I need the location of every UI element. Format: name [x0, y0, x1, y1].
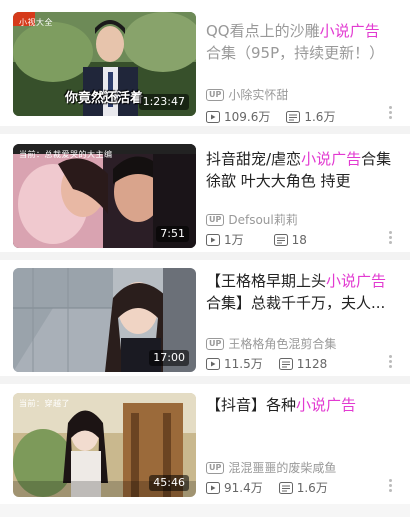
- stats-row: 11.5万 1128: [206, 355, 343, 372]
- danmaku-icon: [286, 110, 301, 123]
- stats-row: 91.4万 1.6万: [206, 479, 344, 496]
- stats-row: 1万 18: [206, 231, 323, 248]
- comments-stat: 1.6万: [278, 479, 328, 496]
- stats-row: 109.6万 1.6万: [206, 108, 351, 125]
- divider: [0, 126, 410, 134]
- video-duration: 1:23:47: [138, 94, 189, 110]
- video-list-item[interactable]: 当前：穿越了 45:46 【抖音】各种小说广告 UP 混混噩噩的废柴咸鱼 91.…: [0, 383, 410, 507]
- danmaku-icon: [278, 481, 293, 494]
- video-thumbnail[interactable]: 当前：总裁爱哭的大主编 7:51: [13, 144, 196, 248]
- video-duration: 17:00: [149, 350, 189, 366]
- video-duration: 45:46: [149, 475, 189, 491]
- uploader-name: 王格格角色混剪合集: [228, 337, 337, 351]
- views-stat: 109.6万: [206, 108, 270, 125]
- uploader-name: Defsoul莉莉: [228, 213, 298, 227]
- view-count: 1万: [224, 233, 244, 247]
- more-options-icon[interactable]: [386, 106, 394, 121]
- uploader-row[interactable]: UP Defsoul莉莉: [206, 211, 298, 228]
- view-count: 109.6万: [224, 110, 271, 124]
- views-stat: 11.5万: [206, 355, 263, 372]
- comment-count: 1.6万: [304, 110, 336, 124]
- uploader-name: 小除实怀甜: [228, 88, 289, 102]
- video-title[interactable]: 抖音甜宠/虐恋小说广告合集 徐歆 叶大大角色 持更: [206, 148, 394, 192]
- video-thumbnail[interactable]: 小视大全 你竟然还活着 1:23:47: [13, 12, 196, 116]
- view-count: 11.5万: [224, 357, 263, 371]
- video-duration: 7:51: [156, 226, 189, 242]
- comment-count: 18: [291, 232, 307, 247]
- video-list: 小视大全 你竟然还活着 1:23:47 QQ看点上的沙雕小说广告合集（95P，持…: [0, 0, 410, 517]
- video-title[interactable]: 【王格格早期上头小说广告合集】总裁千千万，夫人...: [206, 270, 394, 314]
- divider: [0, 504, 410, 517]
- title-highlight: 小说广告: [301, 150, 362, 168]
- views-stat: 91.4万: [206, 479, 263, 496]
- more-options-icon[interactable]: [386, 355, 394, 370]
- title-text-rest: 合集（95P，持续更新！）: [206, 44, 385, 62]
- comments-stat: 1128: [278, 356, 328, 371]
- title-highlight: 小说广告: [326, 272, 387, 290]
- uploader-row[interactable]: UP 王格格角色混剪合集: [206, 335, 336, 352]
- play-count-icon: [206, 110, 220, 123]
- uploader-row[interactable]: UP 小除实怀甜: [206, 86, 288, 103]
- up-badge-icon: UP: [206, 88, 225, 101]
- comments-stat: 1.6万: [286, 108, 335, 125]
- comment-count: 1128: [296, 356, 328, 371]
- up-badge-icon: UP: [206, 337, 225, 350]
- more-options-icon[interactable]: [386, 231, 394, 246]
- thumbnail-channel-tag: 当前：穿越了: [19, 399, 70, 408]
- title-text: QQ看点上的沙雕: [206, 22, 320, 40]
- title-highlight: 小说广告: [319, 22, 380, 40]
- comment-count: 1.6万: [296, 481, 328, 495]
- danmaku-icon: [278, 357, 293, 370]
- title-text-rest: 合集】总裁千千万，夫人...: [206, 294, 386, 312]
- video-thumbnail[interactable]: 当前：穿越了 45:46: [13, 393, 196, 497]
- view-count: 91.4万: [224, 481, 263, 495]
- thumbnail-channel-tag: 小视大全: [19, 18, 53, 27]
- uploader-row[interactable]: UP 混混噩噩的废柴咸鱼: [206, 459, 336, 476]
- play-count-icon: [206, 233, 220, 246]
- title-text: 【王格格早期上头: [206, 272, 327, 290]
- thumbnail-channel-tag: 当前：总裁爱哭的大主编: [19, 150, 113, 159]
- views-stat: 1万: [206, 231, 244, 248]
- up-badge-icon: UP: [206, 461, 225, 474]
- danmaku-icon: [273, 233, 288, 246]
- title-text: 抖音甜宠/虐恋: [206, 150, 302, 168]
- video-list-item[interactable]: 小视大全 你竟然还活着 1:23:47 QQ看点上的沙雕小说广告合集（95P，持…: [0, 0, 410, 124]
- uploader-name: 混混噩噩的废柴咸鱼: [228, 461, 337, 475]
- video-title[interactable]: 【抖音】各种小说广告: [206, 394, 394, 416]
- play-count-icon: [206, 481, 220, 494]
- title-text: 【抖音】各种: [206, 396, 297, 414]
- video-list-item[interactable]: 17:00 【王格格早期上头小说广告合集】总裁千千万，夫人... UP 王格格角…: [0, 258, 410, 382]
- title-highlight: 小说广告: [296, 396, 357, 414]
- video-list-item[interactable]: 当前：总裁爱哭的大主编 7:51 抖音甜宠/虐恋小说广告合集 徐歆 叶大大角色 …: [0, 134, 410, 258]
- video-thumbnail[interactable]: 17:00: [13, 268, 196, 372]
- up-badge-icon: UP: [206, 213, 225, 226]
- play-count-icon: [206, 357, 220, 370]
- more-options-icon[interactable]: [386, 479, 394, 494]
- comments-stat: 18: [273, 232, 307, 247]
- thumbnail-caption: 你竟然还活着: [65, 91, 144, 106]
- video-title[interactable]: QQ看点上的沙雕小说广告合集（95P，持续更新！）: [206, 20, 394, 64]
